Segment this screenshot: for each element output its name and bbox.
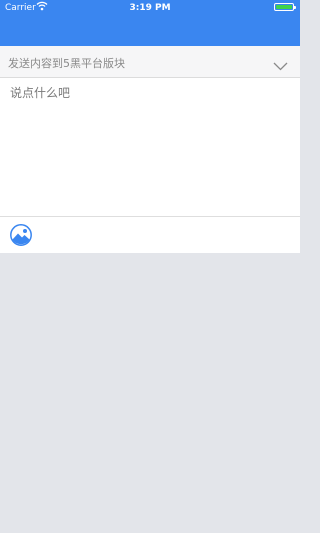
compose-placeholder: 说点什么吧 [10,86,71,100]
section-selector-label: 发送内容到5黑平台版块 [8,57,125,70]
compose-toolbar [0,216,300,253]
status-time: 3:19 PM [129,3,171,13]
image-icon[interactable] [10,224,32,246]
section-selector[interactable]: 发送内容到5黑平台版块 [0,46,300,78]
status-bar: Carrier 3:19 PM [0,0,300,16]
compose-input[interactable]: 说点什么吧 [0,78,300,216]
header-bar: Carrier 3:19 PM [0,0,300,46]
battery-icon [274,3,296,11]
chevron-down-icon[interactable] [273,56,288,75]
